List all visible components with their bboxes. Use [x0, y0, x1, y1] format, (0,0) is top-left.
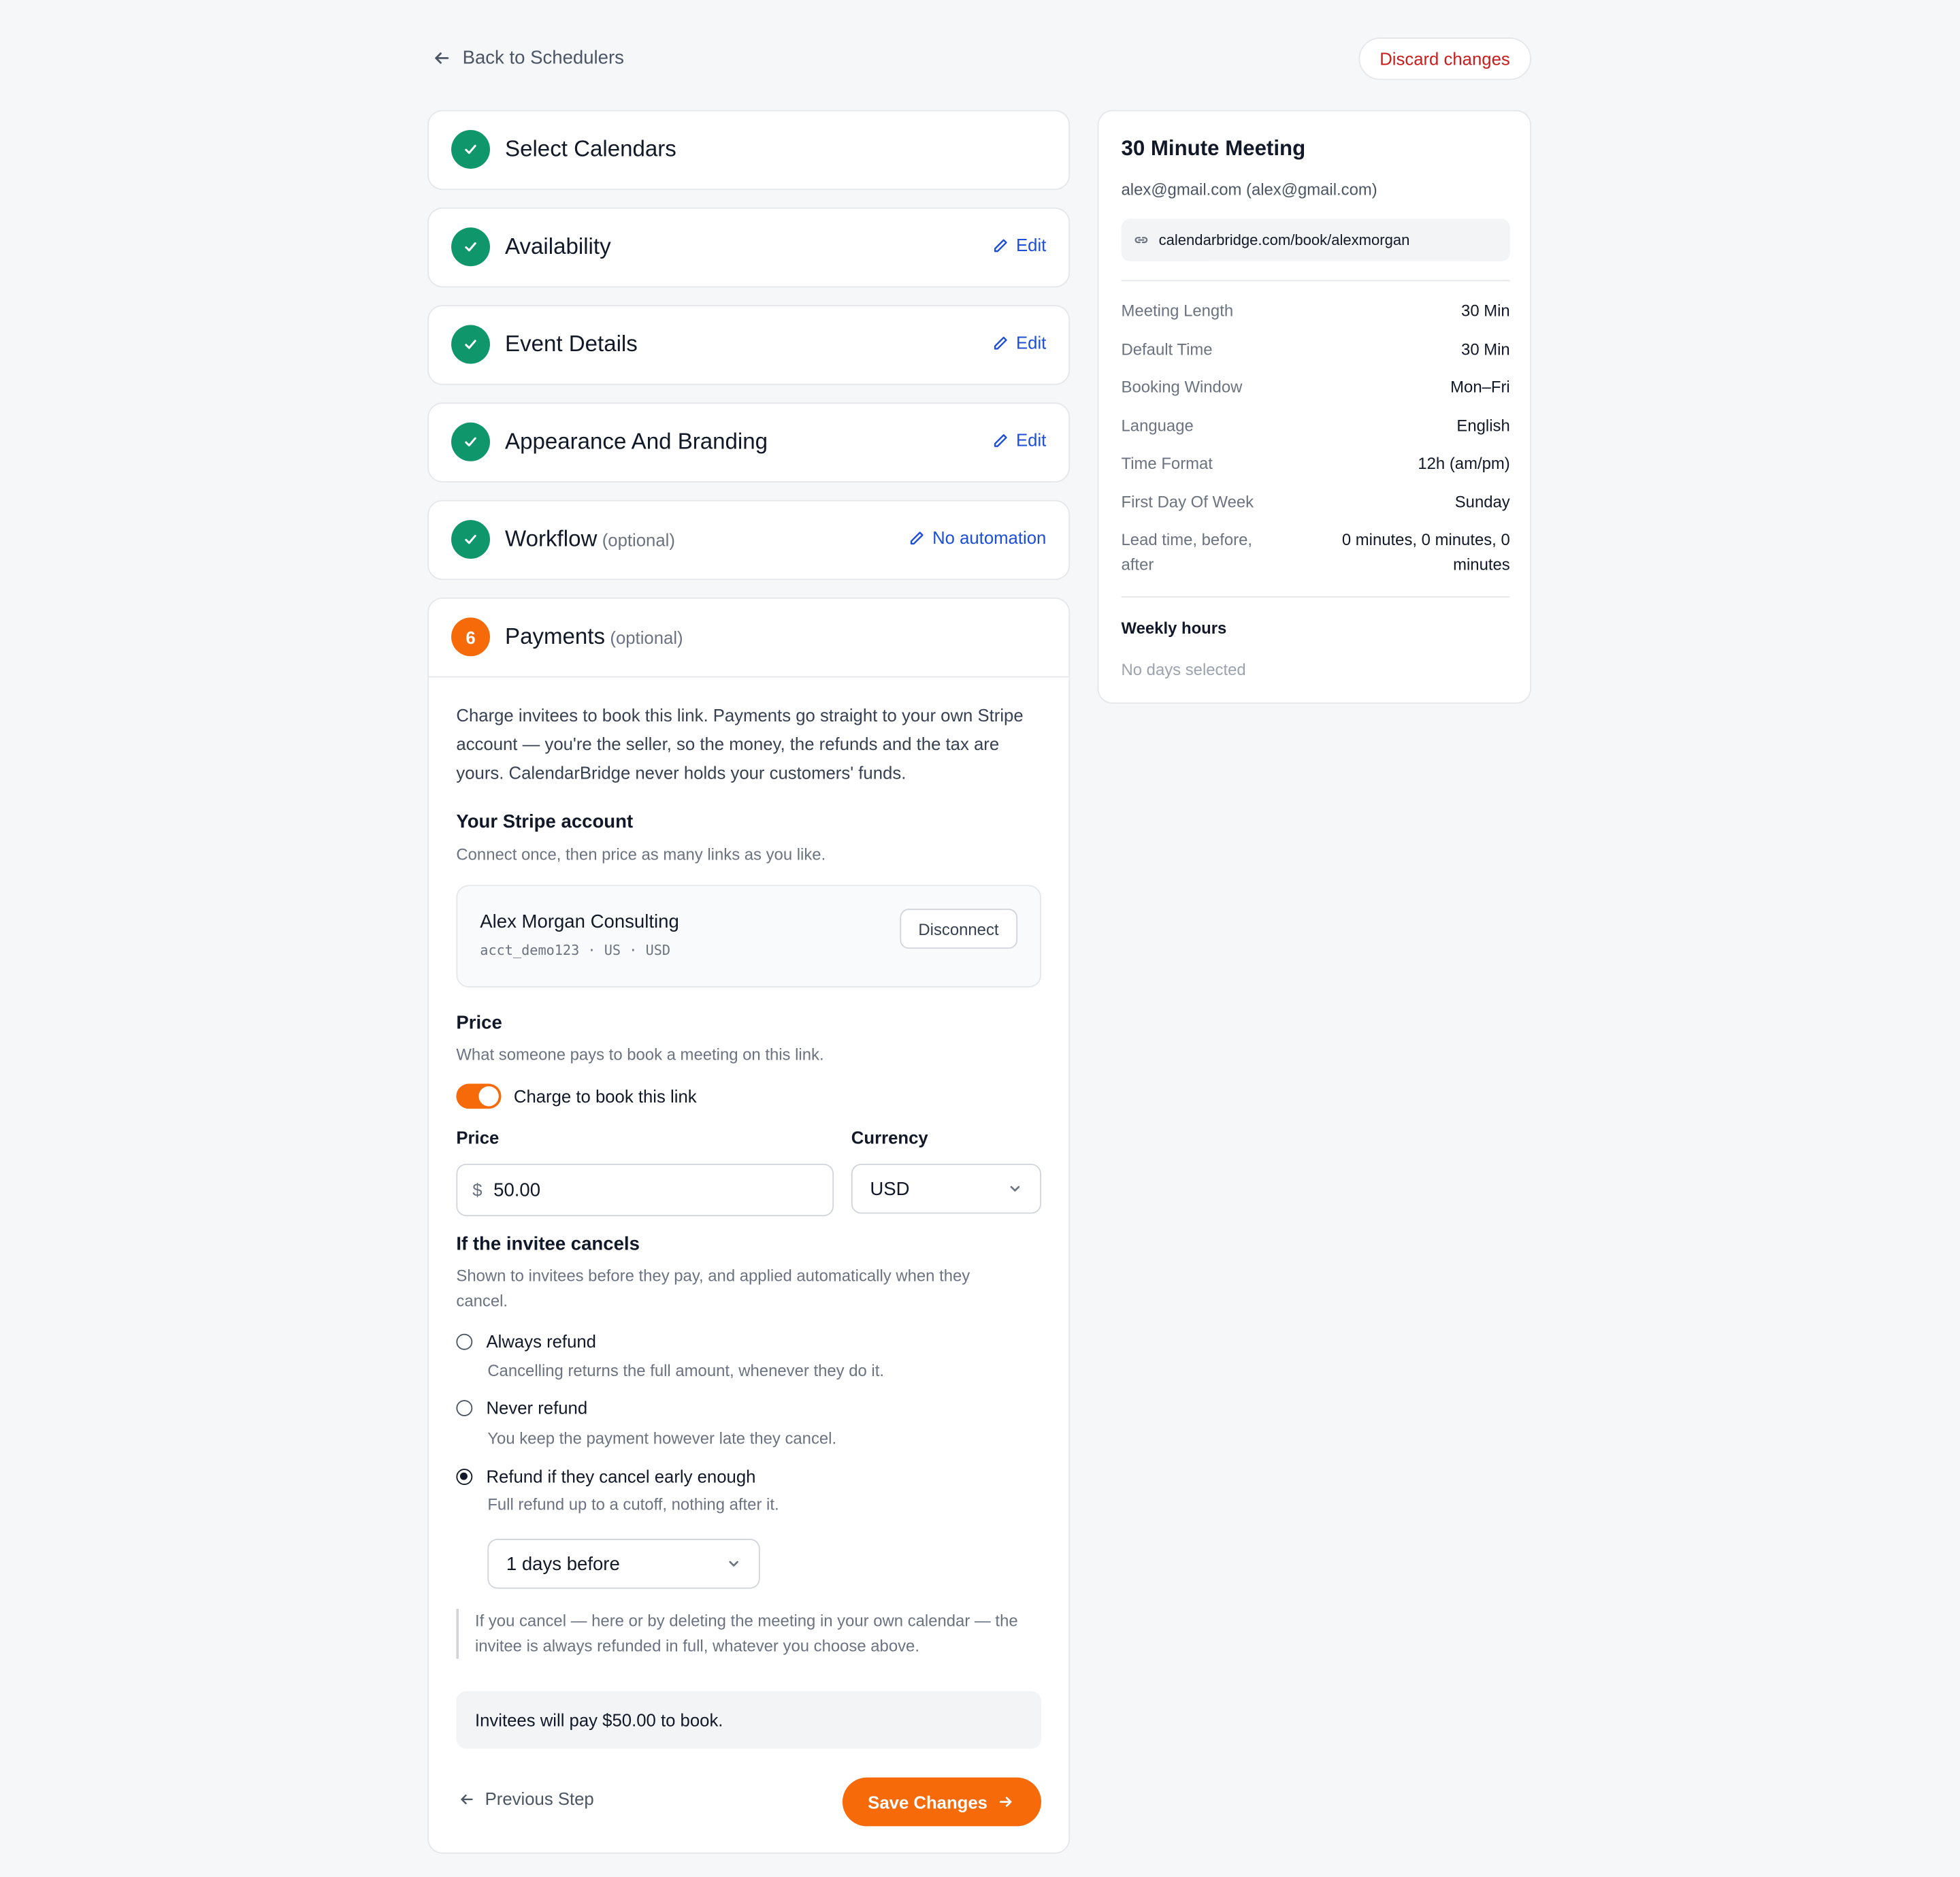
refund-option-desc: Full refund up to a cutoff, nothing afte…	[487, 1495, 779, 1514]
check-icon	[465, 340, 476, 349]
step-title: Availability	[505, 233, 611, 259]
step-availability[interactable]: Availability Edit	[427, 207, 1071, 288]
chevron-down-icon	[729, 1561, 738, 1567]
detail-row: Meeting Length 30 Min	[1121, 301, 1510, 321]
step-workflow[interactable]: Workflow (optional) No automation	[427, 500, 1071, 581]
stripe-subtext: Connect once, then price as many links a…	[456, 845, 826, 864]
pencil-icon	[994, 336, 1007, 349]
step-title: Select Calendars	[505, 136, 676, 161]
charge-toggle-label: Charge to book this link	[513, 1086, 697, 1107]
pencil-icon	[910, 531, 924, 544]
detail-row: Lead time, before, after 0 minutes, 0 min…	[1121, 529, 1510, 574]
currency-field-label: Currency	[851, 1127, 928, 1148]
pencil-icon	[994, 434, 1007, 446]
arrow-right-icon	[999, 1797, 1012, 1807]
save-changes-button[interactable]: Save Changes	[843, 1777, 1041, 1827]
page-root: Back to Schedulers Discard changes Selec…	[0, 0, 1960, 1876]
step-complete-badge	[451, 520, 490, 559]
currency-select[interactable]: USD	[851, 1163, 1041, 1214]
edit-availability-button[interactable]: Edit	[992, 235, 1046, 255]
refund-option-never[interactable]: Never refund	[456, 1397, 587, 1418]
booking-link[interactable]: calendarbridge.com/book/alexmorgan	[1121, 218, 1510, 261]
step-title: Event Details	[505, 331, 638, 357]
pencil-icon	[994, 238, 1007, 252]
step-complete-badge	[451, 227, 490, 267]
meeting-summary-card: 30 Minute Meeting alex@gmail.com (alex@g…	[1097, 110, 1531, 704]
detail-row: Language English	[1121, 416, 1510, 436]
back-label: Back to Schedulers	[462, 47, 624, 69]
price-field[interactable]: $	[456, 1163, 834, 1217]
stripe-heading: Your Stripe account	[456, 811, 634, 833]
disconnect-button[interactable]: Disconnect	[899, 909, 1018, 949]
step-complete-badge	[451, 325, 490, 364]
step-complete-badge	[451, 130, 490, 169]
step-title: Appearance And Branding	[505, 428, 768, 454]
price-heading: Price	[456, 1012, 502, 1034]
step-appearance-branding[interactable]: Appearance And Branding Edit	[427, 402, 1071, 483]
refund-option-desc: Cancelling returns the full amount, when…	[487, 1361, 884, 1380]
radio-button[interactable]	[456, 1399, 473, 1416]
check-icon	[465, 437, 476, 446]
step-number-badge: 6	[451, 617, 490, 657]
cutoff-value: 1 days before	[506, 1553, 620, 1575]
payments-intro: Charge invitees to book this link. Payme…	[456, 704, 1024, 783]
cancel-heading: If the invitee cancels	[456, 1233, 640, 1256]
meeting-title: 30 Minute Meeting	[1121, 136, 1306, 161]
organizer-cancel-note: If you cancel — here or by deleting the …	[456, 1608, 1025, 1659]
top-bar: Back to Schedulers Discard changes	[429, 37, 1531, 82]
stripe-account-name: Alex Morgan Consulting	[480, 911, 679, 933]
step-select-calendars[interactable]: Select Calendars	[427, 110, 1071, 191]
previous-step-button[interactable]: Previous Step	[459, 1789, 594, 1809]
optional-tag: (optional)	[602, 529, 675, 551]
refund-option-cutoff[interactable]: Refund if they cancel early enough	[456, 1466, 755, 1486]
radio-button-selected[interactable]	[456, 1468, 473, 1485]
weekly-hours-heading: Weekly hours	[1121, 619, 1227, 638]
charge-toggle-row: Charge to book this link	[456, 1083, 697, 1109]
radio-button[interactable]	[456, 1333, 473, 1350]
price-field-label: Price	[456, 1127, 500, 1148]
refund-option-desc: You keep the payment however late they c…	[487, 1429, 837, 1448]
arrow-left-icon	[435, 52, 449, 64]
link-icon	[1134, 237, 1148, 244]
check-icon	[465, 534, 476, 544]
divider	[1121, 280, 1510, 282]
step-event-details[interactable]: Event Details Edit	[427, 305, 1071, 385]
price-subtext: What someone pays to book a meeting on t…	[456, 1045, 824, 1064]
step-title: Payments (optional)	[505, 623, 683, 649]
divider	[1121, 596, 1510, 598]
step-title: Workflow (optional)	[505, 526, 675, 551]
stripe-account-box: Alex Morgan Consulting acct_demo123 · US…	[456, 885, 1041, 988]
step-payments: 6 Payments (optional) Charge invitees to …	[427, 597, 1071, 1854]
optional-tag: (optional)	[610, 627, 683, 648]
cancel-subtext: Shown to invitees before they pay, and a…	[456, 1266, 970, 1310]
chevron-down-icon	[1010, 1186, 1020, 1192]
price-input[interactable]	[491, 1178, 796, 1202]
step-complete-badge	[451, 422, 490, 461]
check-icon	[465, 144, 476, 154]
payment-summary: Invitees will pay $50.00 to book.	[456, 1691, 1041, 1749]
detail-row: First Day Of Week Sunday	[1121, 492, 1510, 512]
refund-option-always[interactable]: Always refund	[456, 1331, 596, 1351]
stripe-account-meta: acct_demo123 · US · USD	[480, 942, 671, 959]
charge-toggle[interactable]	[456, 1083, 502, 1109]
discard-changes-button[interactable]: Discard changes	[1358, 37, 1531, 80]
payments-header: 6 Payments (optional)	[428, 599, 1069, 678]
back-to-schedulers-link[interactable]: Back to Schedulers	[432, 47, 624, 69]
meeting-owner-email: alex@gmail.com (alex@gmail.com)	[1121, 180, 1377, 199]
currency-symbol: $	[472, 1179, 483, 1201]
currency-value: USD	[870, 1178, 910, 1200]
steps-column: Select Calendars Availability Edit Event…	[427, 110, 1071, 1854]
detail-row: Time Format 12h (am/pm)	[1121, 453, 1510, 473]
edit-appearance-button[interactable]: Edit	[992, 430, 1046, 450]
detail-row: Default Time 30 Min	[1121, 340, 1510, 359]
check-icon	[465, 242, 476, 252]
arrow-left-icon	[461, 1793, 473, 1804]
workflow-automation-button[interactable]: No automation	[909, 527, 1046, 547]
cutoff-select[interactable]: 1 days before	[487, 1538, 760, 1589]
detail-row: Booking Window Mon–Fri	[1121, 377, 1510, 397]
weekly-hours-empty: No days selected	[1121, 659, 1246, 679]
edit-event-details-button[interactable]: Edit	[992, 333, 1046, 353]
